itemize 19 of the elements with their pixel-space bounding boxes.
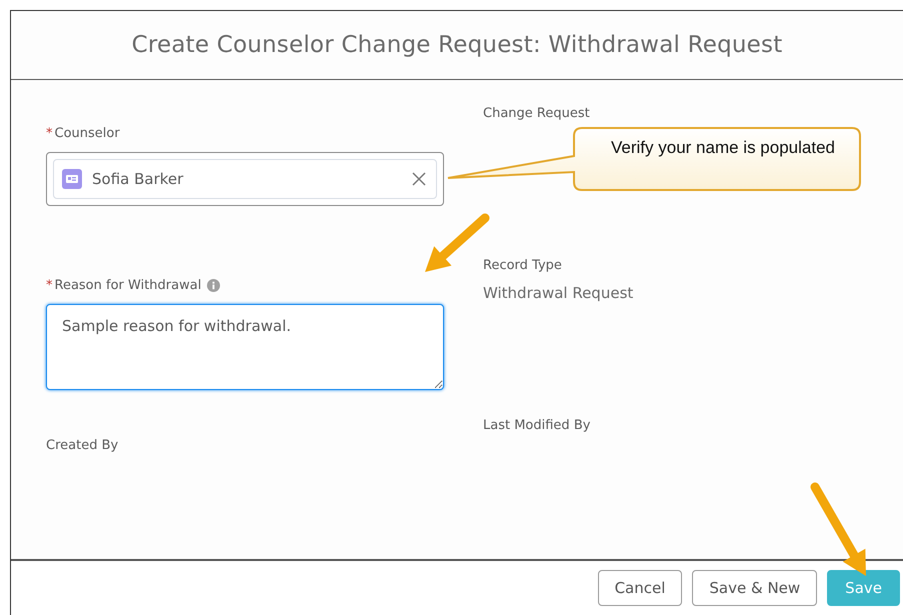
lookup-field[interactable]: Sofia Barker xyxy=(46,152,444,206)
field-value: Withdrawal Request xyxy=(483,284,634,302)
secondary-button[interactable]: Save & New xyxy=(692,570,818,606)
field-label: Change Request xyxy=(483,106,590,120)
required-marker: * xyxy=(46,126,52,140)
contact-card-icon xyxy=(62,169,82,189)
dialog-title: Create Counselor Change Request: Withdrawal Request xyxy=(132,32,782,58)
field-label: Reason for Withdrawal xyxy=(54,278,202,292)
secondary-button[interactable]: Cancel xyxy=(598,570,682,606)
required-marker: * xyxy=(46,278,52,292)
selected-name: Sofia Barker xyxy=(92,170,184,188)
field-label: Record Type xyxy=(483,258,562,272)
field-label: Created By xyxy=(46,438,118,452)
info-icon[interactable] xyxy=(207,278,220,292)
close-icon[interactable] xyxy=(412,172,426,186)
callout-text: Verify your name is populated xyxy=(610,137,836,159)
field-label: Last Modified By xyxy=(483,418,590,432)
reason-textarea[interactable]: Sample reason for withdrawal. xyxy=(46,304,444,390)
field-label: Counselor xyxy=(54,126,120,140)
